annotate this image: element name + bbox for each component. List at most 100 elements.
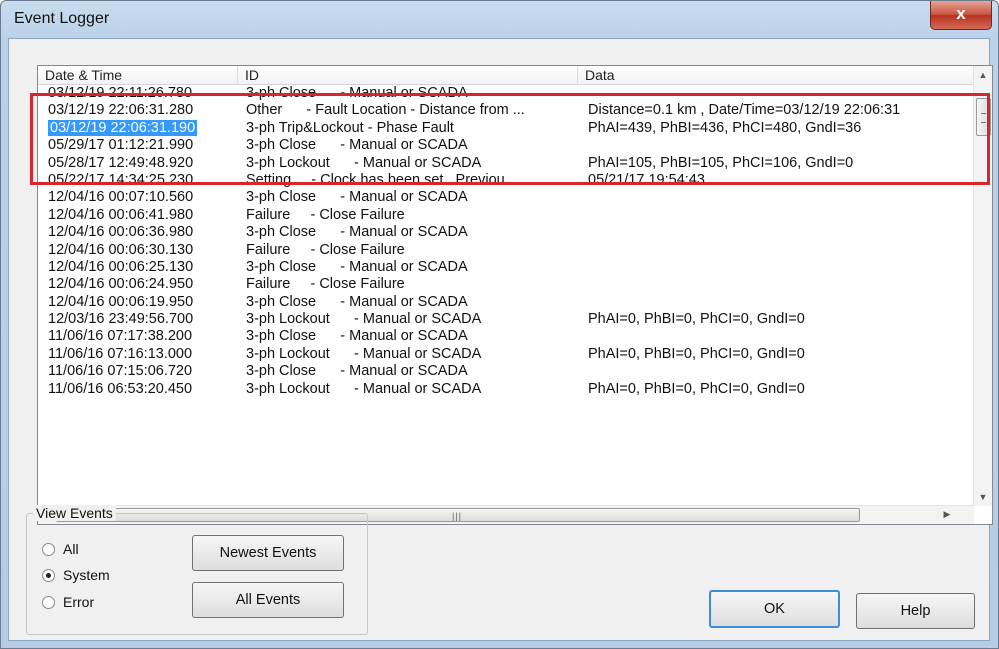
table-row[interactable]: 12/04/16 00:06:41.980 Failure - Close Fai…: [38, 207, 974, 224]
table-cell-id: 3-ph Close - Manual or SCADA: [246, 363, 576, 380]
cell-text: PhAI=0, PhBI=0, PhCI=0, GndI=0: [588, 311, 805, 328]
table-cell-time: 11/06/16 07:15:06.720: [48, 363, 238, 380]
title-bar[interactable]: Event Logger x: [1, 1, 998, 39]
table-cell-data: [588, 242, 968, 259]
cell-text: 3-ph Close - Manual or SCADA: [246, 258, 468, 275]
table-cell-time: 12/04/16 00:06:19.950: [48, 294, 238, 311]
cell-text: 3-ph Close - Manual or SCADA: [246, 189, 468, 206]
table-cell-id: 3-ph Close - Manual or SCADA: [246, 328, 576, 345]
table-cell-time: 12/04/16 00:06:24.950: [48, 276, 238, 293]
table-cell-id: 3-ph Close - Manual or SCADA: [246, 294, 576, 311]
cell-text: PhAI=0, PhBI=0, PhCI=0, GndI=0: [588, 345, 805, 362]
radio-system-label: System: [63, 567, 110, 583]
column-header-data[interactable]: Data: [578, 66, 974, 84]
table-cell-data: [588, 207, 968, 224]
radio-system[interactable]: System: [42, 567, 110, 583]
table-row[interactable]: 12/04/16 00:06:30.130 Failure - Close Fai…: [38, 242, 974, 259]
table-row[interactable]: 12/04/16 00:06:36.980 3-ph Close - Manual…: [38, 224, 974, 241]
table-cell-data: [588, 189, 968, 206]
list-header: Date & Time ID Data: [38, 66, 974, 85]
help-button[interactable]: Help: [856, 593, 975, 629]
table-cell-data: PhAI=0, PhBI=0, PhCI=0, GndI=0: [588, 346, 968, 363]
table-row[interactable]: 11/06/16 07:16:13.000 3-ph Lockout - Manu…: [38, 346, 974, 363]
table-cell-id: Failure - Close Failure: [246, 207, 576, 224]
cell-text: 3-ph Lockout - Manual or SCADA: [246, 345, 482, 362]
cell-text: 12/04/16 00:06:36.980: [48, 224, 194, 241]
cell-text: 11/06/16 06:53:20.450: [48, 380, 193, 397]
cell-text: Failure - Close Failure: [246, 241, 405, 258]
table-row[interactable]: 12/04/16 00:07:10.560 3-ph Close - Manual…: [38, 189, 974, 206]
view-events-label: View Events: [33, 505, 116, 521]
scroll-up-icon[interactable]: ▲: [974, 70, 992, 80]
cell-text: 12/03/16 23:49:56.700: [48, 311, 194, 328]
newest-events-button[interactable]: Newest Events: [192, 535, 344, 571]
column-header-date-time[interactable]: Date & Time: [38, 66, 238, 84]
cell-text: 3-ph Close - Manual or SCADA: [246, 224, 468, 241]
radio-all[interactable]: All: [42, 541, 79, 557]
cell-text: 3-ph Close - Manual or SCADA: [246, 328, 468, 345]
cell-text: 11/06/16 07:17:38.200: [48, 328, 193, 345]
cell-text: Failure - Close Failure: [246, 276, 405, 293]
cell-text: 12/04/16 00:06:30.130: [48, 241, 194, 258]
cell-text: 12/04/16 00:06:41.980: [48, 206, 194, 223]
cell-text: 12/04/16 00:06:25.130: [48, 258, 194, 275]
table-cell-data: [588, 294, 968, 311]
all-events-button[interactable]: All Events: [192, 582, 344, 618]
table-row[interactable]: 12/04/16 00:06:24.950 Failure - Close Fai…: [38, 276, 974, 293]
table-row[interactable]: 12/04/16 00:06:19.950 3-ph Close - Manual…: [38, 294, 974, 311]
window-title: Event Logger: [14, 10, 110, 27]
table-cell-time: 12/04/16 00:06:25.130: [48, 259, 238, 276]
table-cell-time: 12/03/16 23:49:56.700: [48, 311, 238, 328]
cell-text: 3-ph Lockout - Manual or SCADA: [246, 380, 482, 397]
table-cell-id: 3-ph Lockout - Manual or SCADA: [246, 311, 576, 328]
ok-button[interactable]: OK: [709, 590, 840, 628]
cell-text: 11/06/16 07:15:06.720: [48, 363, 193, 380]
table-cell-time: 12/04/16 00:06:36.980: [48, 224, 238, 241]
table-cell-time: 12/04/16 00:07:10.560: [48, 189, 238, 206]
table-cell-data: PhAI=0, PhBI=0, PhCI=0, GndI=0: [588, 381, 968, 398]
table-cell-id: 3-ph Close - Manual or SCADA: [246, 259, 576, 276]
table-cell-time: 11/06/16 07:17:38.200: [48, 328, 238, 345]
cell-text: 3-ph Close - Manual or SCADA: [246, 363, 468, 380]
radio-system-icon[interactable]: [42, 568, 55, 582]
radio-all-label: All: [63, 541, 79, 557]
cell-text: 3-ph Close - Manual or SCADA: [246, 293, 468, 310]
table-cell-id: Failure - Close Failure: [246, 242, 576, 259]
table-cell-data: [588, 259, 968, 276]
table-row[interactable]: 11/06/16 07:15:06.720 3-ph Close - Manual…: [38, 363, 974, 380]
table-cell-time: 12/04/16 00:06:41.980: [48, 207, 238, 224]
table-cell-data: [588, 363, 968, 380]
table-cell-id: 3-ph Lockout - Manual or SCADA: [246, 381, 576, 398]
cell-text: 3-ph Lockout - Manual or SCADA: [246, 311, 482, 328]
grip-icon: |||: [452, 511, 463, 521]
table-cell-data: PhAI=0, PhBI=0, PhCI=0, GndI=0: [588, 311, 968, 328]
cell-text: 12/04/16 00:07:10.560: [48, 189, 194, 206]
radio-error-icon[interactable]: [42, 595, 55, 609]
cell-text: Failure - Close Failure: [246, 206, 405, 223]
table-row[interactable]: 11/06/16 07:17:38.200 3-ph Close - Manual…: [38, 328, 974, 345]
table-cell-time: 11/06/16 06:53:20.450: [48, 381, 238, 398]
table-cell-data: [588, 224, 968, 241]
scroll-down-icon[interactable]: ▼: [974, 492, 992, 502]
radio-error-label: Error: [63, 594, 95, 610]
table-row[interactable]: 11/06/16 06:53:20.450 3-ph Lockout - Manu…: [38, 381, 974, 398]
cell-text: 12/04/16 00:06:19.950: [48, 293, 194, 310]
cell-text: PhAI=0, PhBI=0, PhCI=0, GndI=0: [588, 380, 805, 397]
cell-text: 11/06/16 07:16:13.000: [48, 345, 193, 362]
cell-text: 12/04/16 00:06:24.950: [48, 276, 194, 293]
annotation-highlight-box: [30, 93, 990, 185]
table-row[interactable]: 12/04/16 00:06:25.130 3-ph Close - Manual…: [38, 259, 974, 276]
close-button[interactable]: x: [930, 1, 992, 30]
table-cell-data: [588, 328, 968, 345]
table-cell-id: 3-ph Close - Manual or SCADA: [246, 189, 576, 206]
scroll-right-icon[interactable]: ▶: [938, 509, 956, 520]
radio-error[interactable]: Error: [42, 594, 94, 610]
table-cell-id: 3-ph Lockout - Manual or SCADA: [246, 346, 576, 363]
table-cell-time: 12/04/16 00:06:30.130: [48, 242, 238, 259]
table-cell-data: [588, 276, 968, 293]
table-cell-id: Failure - Close Failure: [246, 276, 576, 293]
radio-all-icon[interactable]: [42, 542, 55, 556]
table-row[interactable]: 12/03/16 23:49:56.700 3-ph Lockout - Manu…: [38, 311, 974, 328]
column-header-id[interactable]: ID: [238, 66, 578, 84]
table-cell-time: 11/06/16 07:16:13.000: [48, 346, 238, 363]
